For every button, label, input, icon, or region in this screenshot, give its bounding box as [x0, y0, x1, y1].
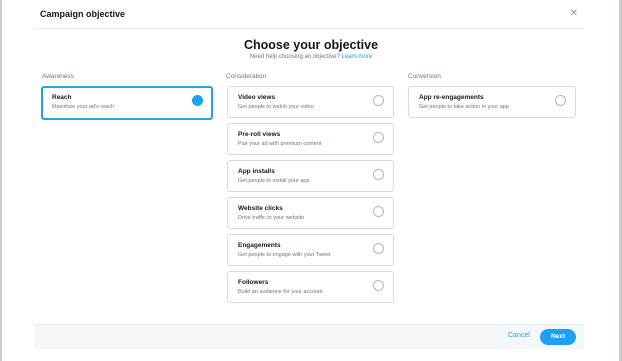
radio-icon[interactable]	[373, 132, 384, 143]
radio-icon[interactable]	[373, 243, 384, 254]
objective-card-video-views[interactable]: Video views Get people to watch your vid…	[227, 86, 394, 118]
modal-footer: Cancel Next	[34, 324, 584, 349]
objective-title: App installs	[238, 168, 275, 175]
learn-more-link[interactable]: Learn more	[342, 54, 373, 60]
objective-description: Get people to install your app	[238, 177, 310, 184]
objective-card-website-clicks[interactable]: Website clicks Drive traffic to your web…	[227, 197, 394, 229]
close-icon[interactable]: ✕	[570, 8, 578, 19]
radio-icon[interactable]	[373, 206, 384, 217]
objective-title: Reach	[52, 94, 72, 101]
objective-card-followers[interactable]: Followers Build an audience for your acc…	[227, 271, 394, 303]
objective-description: Maximize your ad's reach	[52, 103, 115, 110]
column-label-conversion: Conversion	[408, 73, 441, 80]
modal-title: Campaign objective	[40, 9, 126, 19]
objective-description: Pair your ad with premium content	[238, 140, 322, 147]
column-label-consideration: Consideration	[226, 73, 267, 80]
header-divider	[34, 28, 584, 29]
help-text-line: Need help choosing an objective? Learn m…	[0, 54, 622, 60]
radio-icon[interactable]	[373, 169, 384, 180]
objective-description: Get people to watch your video	[238, 103, 314, 110]
objective-description: Drive traffic to your website	[238, 214, 305, 221]
objective-card-engagements[interactable]: Engagements Get people to engage with yo…	[227, 234, 394, 266]
objective-card-app-re-engagements[interactable]: App re-engagements Get people to take ac…	[408, 86, 576, 118]
objective-card-reach[interactable]: Reach Maximize your ad's reach	[41, 86, 213, 120]
cancel-button[interactable]: Cancel	[508, 332, 530, 339]
objective-title: Followers	[238, 279, 269, 286]
objective-title: Pre-roll views	[238, 131, 281, 138]
objective-title: Video views	[238, 94, 276, 101]
objective-title: Engagements	[238, 242, 281, 249]
objective-card-app-installs[interactable]: App installs Get people to install your …	[227, 160, 394, 192]
next-button[interactable]: Next	[540, 329, 576, 345]
radio-icon[interactable]	[373, 280, 384, 291]
column-label-awareness: Awareness	[42, 73, 75, 80]
page-title: Choose your objective	[243, 38, 379, 52]
radio-icon[interactable]	[373, 95, 384, 106]
radio-icon[interactable]	[555, 95, 566, 106]
help-text: Need help choosing an objective?	[249, 54, 340, 60]
objective-description: Build an audience for your account	[238, 288, 323, 295]
objective-card-pre-roll-views[interactable]: Pre-roll views Pair your ad with premium…	[227, 123, 394, 155]
objective-description: Get people to engage with your Tweet	[238, 251, 331, 258]
objective-title: App re-engagements	[419, 94, 484, 101]
radio-selected-icon[interactable]	[192, 95, 203, 106]
modal-header: Campaign objective ✕	[40, 8, 582, 30]
objective-title: Website clicks	[238, 205, 283, 212]
objective-description: Get people to take action in your app	[419, 103, 509, 110]
